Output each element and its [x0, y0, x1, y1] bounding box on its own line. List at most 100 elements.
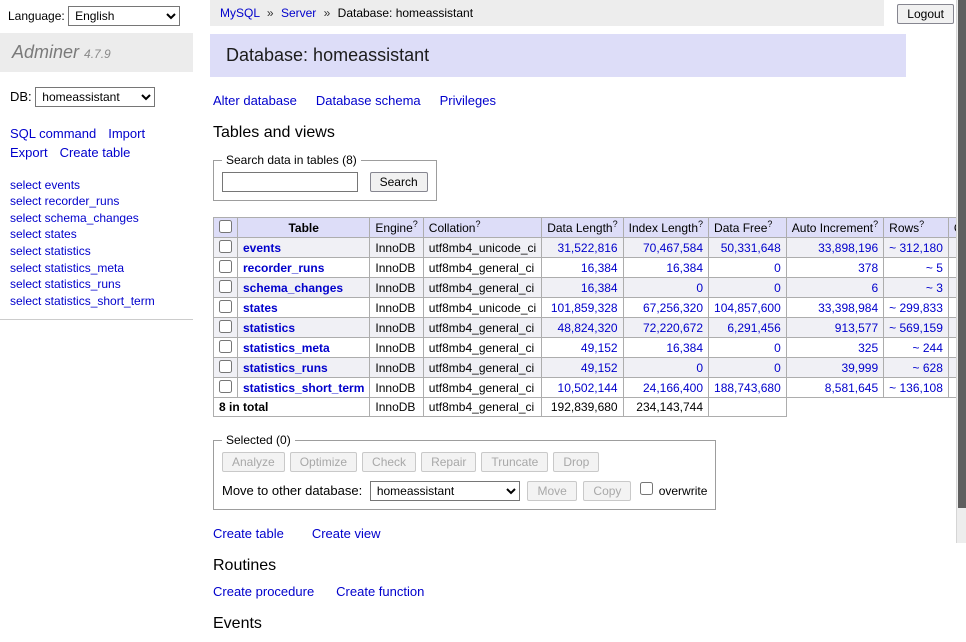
create-view-link[interactable]: Create view	[312, 526, 381, 541]
rows-cell-link[interactable]: ~ 312,180	[889, 241, 943, 255]
language-select[interactable]: English	[68, 6, 180, 26]
data-free-cell-link[interactable]: 0	[774, 361, 781, 375]
row-checkbox[interactable]	[219, 280, 232, 293]
copy-button[interactable]: Copy	[583, 481, 631, 501]
privileges-link[interactable]: Privileges	[440, 93, 496, 108]
analyze-button[interactable]: Analyze	[222, 452, 285, 472]
rows-cell-link[interactable]: ~ 136,108	[889, 381, 943, 395]
rows-cell-link[interactable]: ~ 5	[926, 261, 943, 275]
column-help-link[interactable]: ?	[698, 219, 703, 229]
data-length-cell-link[interactable]: 49,152	[581, 341, 618, 355]
overwrite-label[interactable]: overwrite	[659, 484, 708, 498]
data-length-cell-link[interactable]: 48,824,320	[558, 321, 618, 335]
create-table-link[interactable]: Create table	[213, 526, 284, 541]
sidebar-table-link[interactable]: select recorder_runs	[10, 194, 200, 210]
table-name-link[interactable]: states	[243, 301, 278, 315]
truncate-button[interactable]: Truncate	[481, 452, 548, 472]
index-length-cell-link[interactable]: 70,467,584	[643, 241, 703, 255]
row-checkbox[interactable]	[219, 240, 232, 253]
column-help-link[interactable]: ?	[475, 219, 480, 229]
column-help-link[interactable]: ?	[613, 219, 618, 229]
overwrite-checkbox[interactable]	[640, 482, 653, 495]
sidebar-link-import[interactable]: Import	[108, 126, 145, 141]
table-name-link[interactable]: statistics_meta	[243, 341, 330, 355]
row-checkbox[interactable]	[219, 260, 232, 273]
breadcrumb-link-mysql[interactable]: MySQL	[220, 6, 260, 20]
row-checkbox[interactable]	[219, 360, 232, 373]
table-name-link[interactable]: events	[243, 241, 281, 255]
data-free-cell-link[interactable]: 104,857,600	[714, 301, 781, 315]
move-db-select[interactable]: homeassistant	[370, 481, 520, 501]
row-checkbox[interactable]	[219, 300, 232, 313]
sidebar-table-link[interactable]: select schema_changes	[10, 211, 200, 227]
sidebar-table-link[interactable]: select events	[10, 178, 200, 194]
column-help-link[interactable]: ?	[873, 219, 878, 229]
index-length-cell-link[interactable]: 16,384	[666, 341, 703, 355]
search-input[interactable]	[222, 172, 358, 192]
data-length-cell-link[interactable]: 10,502,144	[558, 381, 618, 395]
sidebar-link-export[interactable]: Export	[10, 145, 48, 160]
column-help-link[interactable]: ?	[767, 219, 772, 229]
database-schema-link[interactable]: Database schema	[316, 93, 421, 108]
rows-cell-link[interactable]: ~ 569,159	[889, 321, 943, 335]
index-length-cell-link[interactable]: 16,384	[666, 261, 703, 275]
rows-cell-link[interactable]: ~ 244	[913, 341, 943, 355]
data-free-cell-link[interactable]: 50,331,648	[721, 241, 781, 255]
sidebar-link-sql-command[interactable]: SQL command	[10, 126, 96, 141]
optimize-button[interactable]: Optimize	[290, 452, 357, 472]
auto-increment-cell-link[interactable]: 33,398,984	[818, 301, 878, 315]
data-length-cell-link[interactable]: 101,859,328	[551, 301, 618, 315]
rows-cell-link[interactable]: ~ 628	[913, 361, 943, 375]
data-length-cell-link[interactable]: 31,522,816	[558, 241, 618, 255]
move-button[interactable]: Move	[527, 481, 576, 501]
check-button[interactable]: Check	[362, 452, 416, 472]
auto-increment-cell-link[interactable]: 913,577	[835, 321, 878, 335]
db-select[interactable]: homeassistant	[35, 87, 155, 107]
sidebar-table-link[interactable]: select statistics_meta	[10, 261, 200, 277]
data-free-cell-link[interactable]: 0	[774, 281, 781, 295]
rows-cell-link[interactable]: ~ 3	[926, 281, 943, 295]
sidebar-link-create-table[interactable]: Create table	[60, 145, 131, 160]
row-checkbox[interactable]	[219, 380, 232, 393]
column-help-link[interactable]: ?	[413, 219, 418, 229]
create-function-link[interactable]: Create function	[336, 584, 424, 599]
index-length-cell-link[interactable]: 0	[696, 281, 703, 295]
auto-increment-cell-link[interactable]: 6	[871, 281, 878, 295]
table-name-link[interactable]: statistics_runs	[243, 361, 328, 375]
row-checkbox[interactable]	[219, 340, 232, 353]
auto-increment-cell-link[interactable]: 39,999	[841, 361, 878, 375]
data-free-cell-link[interactable]: 188,743,680	[714, 381, 781, 395]
table-name-link[interactable]: statistics	[243, 321, 295, 335]
sidebar-table-link[interactable]: select statistics	[10, 244, 200, 260]
auto-increment-cell-link[interactable]: 33,898,196	[818, 241, 878, 255]
create-procedure-link[interactable]: Create procedure	[213, 584, 314, 599]
scrollbar-thumb[interactable]	[958, 0, 966, 508]
auto-increment-cell-link[interactable]: 8,581,645	[825, 381, 878, 395]
data-length-cell-link[interactable]: 49,152	[581, 361, 618, 375]
table-name-link[interactable]: schema_changes	[243, 281, 343, 295]
data-length-cell-link[interactable]: 16,384	[581, 261, 618, 275]
breadcrumb-link-server[interactable]: Server	[281, 6, 316, 20]
app-name-link[interactable]: Adminer	[12, 42, 79, 62]
data-length-cell-link[interactable]: 16,384	[581, 281, 618, 295]
data-free-cell-link[interactable]: 0	[774, 261, 781, 275]
drop-button[interactable]: Drop	[553, 452, 599, 472]
sidebar-table-link[interactable]: select statistics_runs	[10, 277, 200, 293]
index-length-cell-link[interactable]: 0	[696, 361, 703, 375]
table-name-link[interactable]: statistics_short_term	[243, 381, 364, 395]
repair-button[interactable]: Repair	[421, 452, 476, 472]
column-help-link[interactable]: ?	[919, 219, 924, 229]
data-free-cell-link[interactable]: 6,291,456	[727, 321, 780, 335]
row-checkbox[interactable]	[219, 320, 232, 333]
data-free-cell-link[interactable]: 0	[774, 341, 781, 355]
select-all-checkbox[interactable]	[219, 220, 232, 233]
index-length-cell-link[interactable]: 24,166,400	[643, 381, 703, 395]
sidebar-table-link[interactable]: select states	[10, 227, 200, 243]
index-length-cell-link[interactable]: 72,220,672	[643, 321, 703, 335]
logout-button[interactable]: Logout	[897, 4, 954, 24]
auto-increment-cell-link[interactable]: 325	[858, 341, 878, 355]
sidebar-table-link[interactable]: select statistics_short_term	[10, 294, 200, 310]
auto-increment-cell-link[interactable]: 378	[858, 261, 878, 275]
vertical-scrollbar[interactable]	[956, 0, 966, 543]
rows-cell-link[interactable]: ~ 299,833	[889, 301, 943, 315]
